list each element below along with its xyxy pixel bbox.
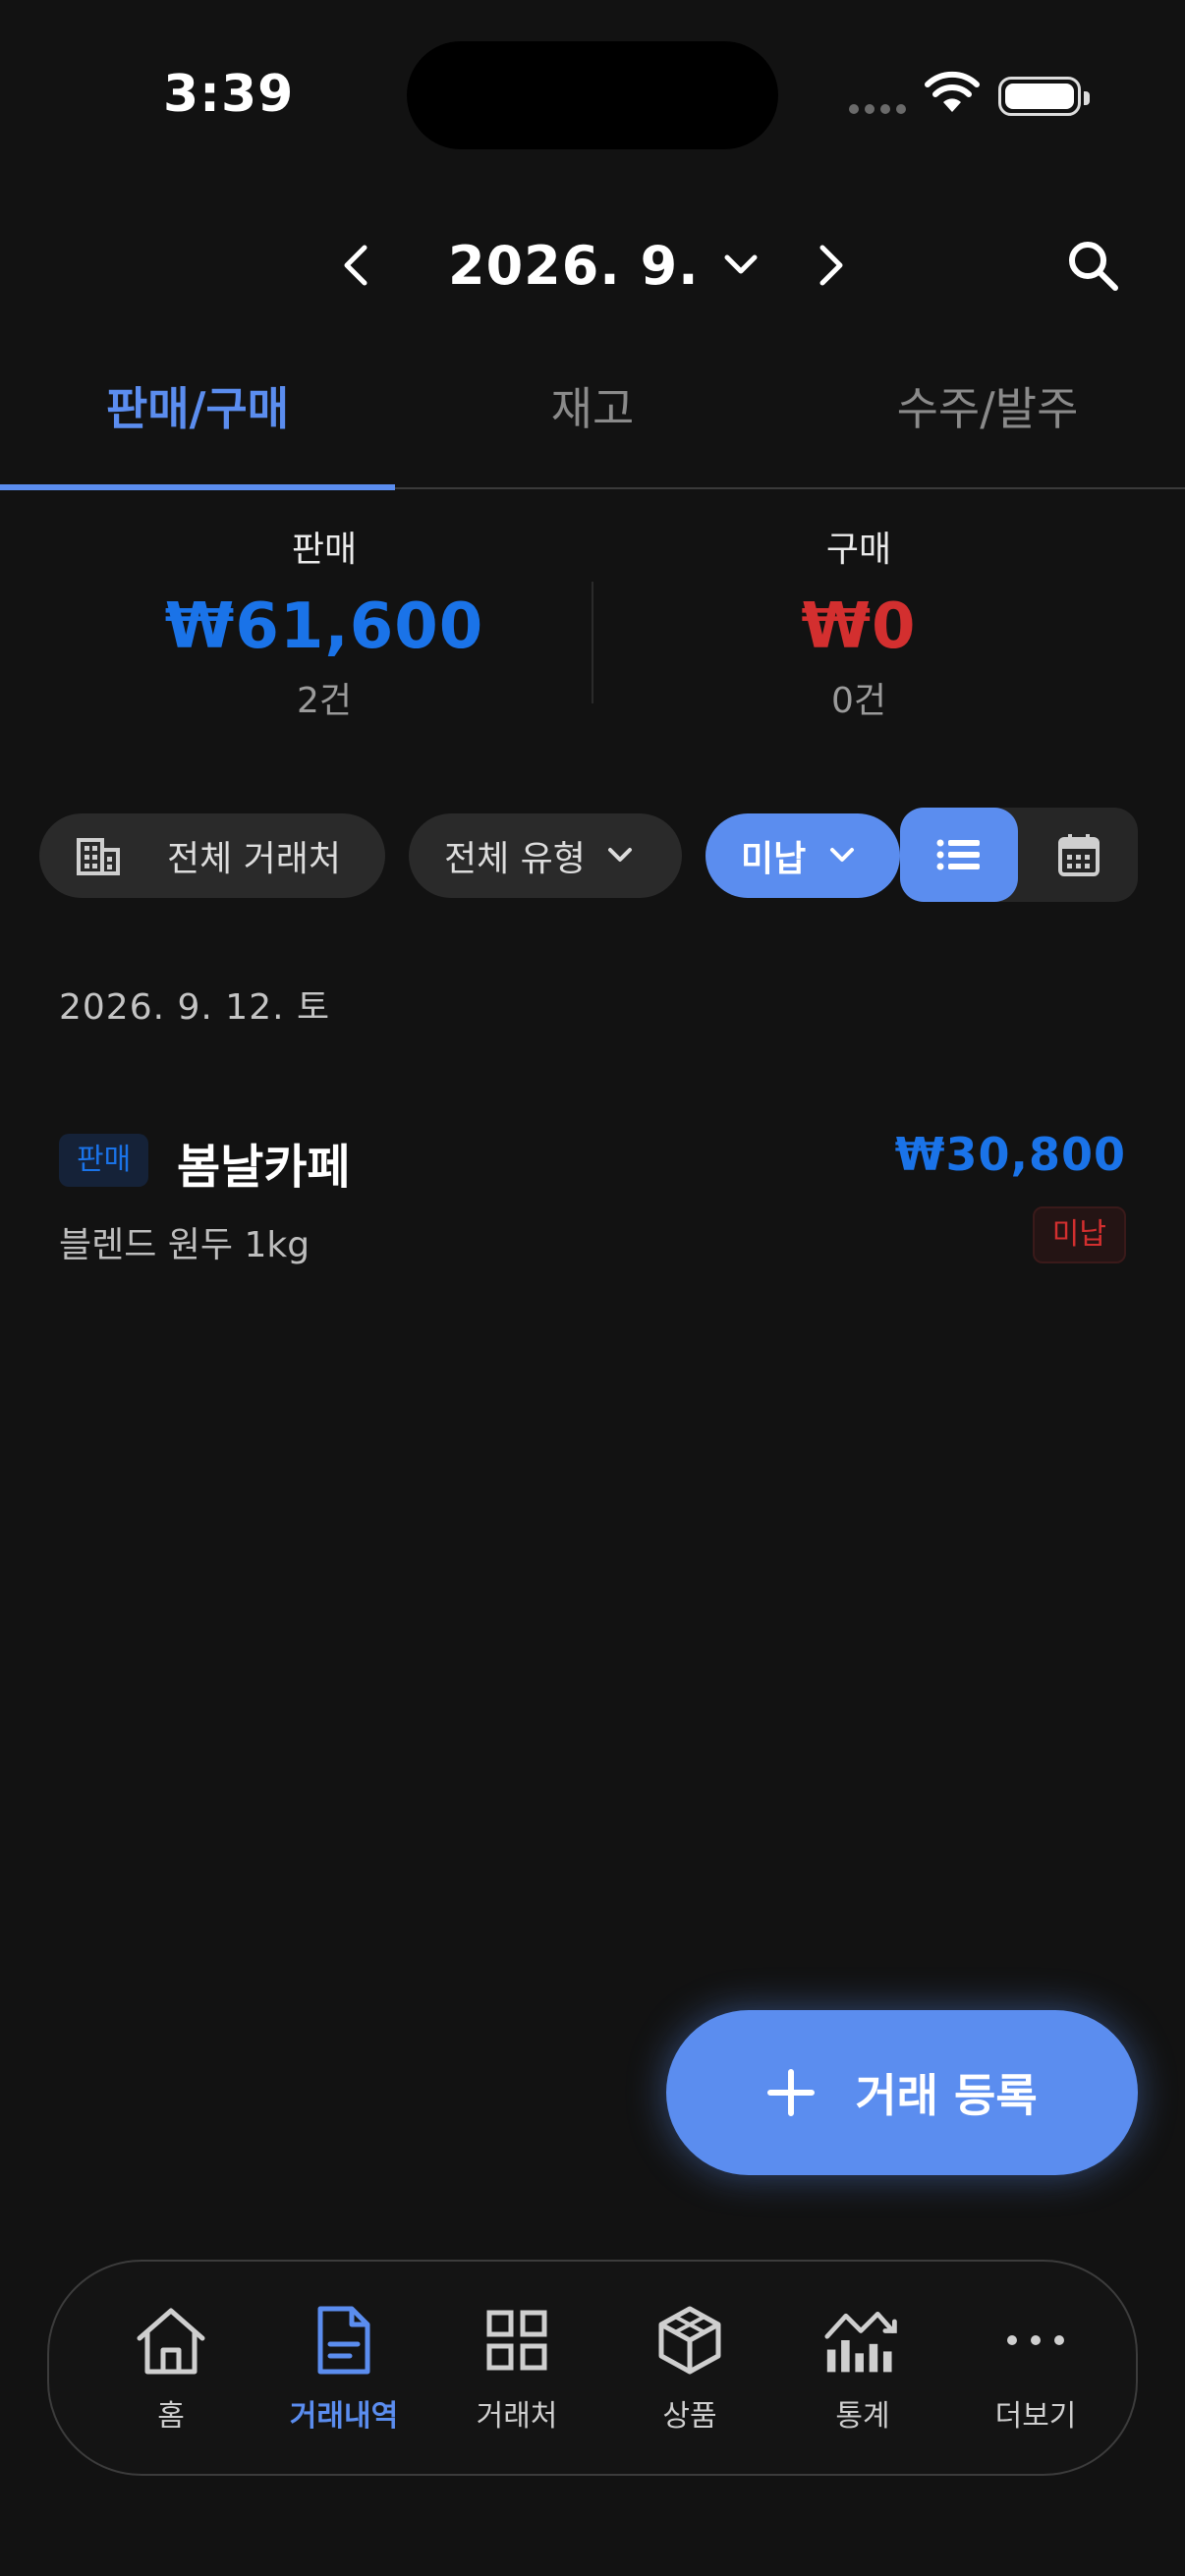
status-bar: 3:39 xyxy=(0,0,1185,187)
chevron-down-icon xyxy=(607,848,632,862)
tab-inventory[interactable]: 재고 xyxy=(395,354,790,487)
nav-label: 홈 xyxy=(157,2399,185,2434)
wifi-icon xyxy=(924,71,981,114)
nav-label: 통계 xyxy=(835,2399,890,2434)
tab-orders[interactable]: 수주/발주 xyxy=(790,354,1185,487)
nav-label: 거래처 xyxy=(476,2399,558,2434)
filter-bar: 전체 거래처 전체 유형 미납 xyxy=(39,808,1140,902)
sales-summary: 판매 ₩61,600 2건 xyxy=(118,521,531,729)
partner-filter[interactable]: 전체 거래처 xyxy=(39,813,385,898)
summary-panel: 판매 ₩61,600 2건 구매 ₩0 0건 xyxy=(0,521,1185,747)
chevron-left-icon xyxy=(344,245,367,286)
building-icon xyxy=(77,838,120,875)
grid-icon xyxy=(478,2301,556,2380)
cellular-signal-icon xyxy=(849,104,908,116)
view-toggle xyxy=(900,808,1138,902)
transaction-partner-name: 봄날카페 xyxy=(177,1140,351,1195)
chevron-down-icon xyxy=(830,848,855,862)
bottom-nav: 홈 거래내역 거래처 상품 통계 더보기 xyxy=(47,2260,1138,2476)
chevron-right-icon xyxy=(819,245,843,286)
nav-item-partners[interactable]: 거래처 xyxy=(430,2301,603,2448)
add-transaction-button[interactable]: 거래 등록 xyxy=(666,2010,1138,2175)
transaction-status-badge: 미납 xyxy=(1032,1206,1126,1263)
next-month-button[interactable] xyxy=(804,236,859,295)
nav-item-transactions[interactable]: 거래내역 xyxy=(257,2301,430,2448)
status-time: 3:39 xyxy=(163,65,295,124)
sales-amount: ₩61,600 xyxy=(164,590,484,663)
nav-label: 상품 xyxy=(662,2399,717,2434)
type-filter[interactable]: 전체 유형 xyxy=(409,813,682,898)
sales-label: 판매 xyxy=(291,530,358,570)
summary-divider xyxy=(592,582,593,703)
current-month: 2026. 9. xyxy=(448,234,700,297)
nav-item-home[interactable]: 홈 xyxy=(85,2301,257,2448)
search-icon xyxy=(1069,242,1118,291)
transaction-description: 블렌드 원두 1kg xyxy=(59,1225,310,1265)
home-icon xyxy=(132,2301,210,2380)
sales-count: 2건 xyxy=(296,681,353,721)
add-transaction-label: 거래 등록 xyxy=(855,2069,1038,2122)
plus-icon xyxy=(767,2069,816,2116)
chevron-down-icon xyxy=(724,254,758,274)
nav-item-products[interactable]: 상품 xyxy=(603,2301,776,2448)
calendar-icon xyxy=(1058,834,1100,876)
list-view-button[interactable] xyxy=(900,808,1018,902)
date-group-header: 2026. 9. 12. 토 xyxy=(59,987,331,1028)
cube-icon xyxy=(650,2301,729,2380)
nav-label: 거래내역 xyxy=(289,2399,399,2434)
tab-sales-purchase[interactable]: 판매/구매 xyxy=(0,354,395,490)
purchase-count: 0건 xyxy=(830,681,887,721)
type-filter-label: 전체 유형 xyxy=(444,839,586,879)
screen: 3:39 2026. 9. 판매/구매 재고 수주/발주 판매 ₩61,600 … xyxy=(0,0,1185,2576)
transaction-type-badge: 판매 xyxy=(59,1134,149,1187)
search-button[interactable] xyxy=(1059,232,1126,299)
document-icon xyxy=(305,2301,383,2380)
tab-bar: 판매/구매 재고 수주/발주 xyxy=(0,354,1185,490)
dynamic-island xyxy=(407,41,778,149)
more-icon xyxy=(996,2301,1075,2380)
transaction-amount: ₩30,800 xyxy=(894,1128,1126,1181)
list-icon xyxy=(936,839,980,870)
chart-icon xyxy=(823,2301,902,2380)
month-selector[interactable]: 2026. 9. xyxy=(448,230,759,301)
transaction-row[interactable]: 판매 봄날카페 ₩30,800 블렌드 원두 1kg 미납 xyxy=(59,1120,1126,1277)
battery-icon xyxy=(998,77,1090,116)
status-filter-label: 미납 xyxy=(741,839,807,879)
purchase-summary: 구매 ₩0 0건 xyxy=(652,521,1065,729)
calendar-view-button[interactable] xyxy=(1020,808,1138,902)
nav-item-more[interactable]: 더보기 xyxy=(949,2301,1122,2448)
partner-filter-label: 전체 거래처 xyxy=(167,839,342,879)
nav-label: 더보기 xyxy=(994,2399,1077,2434)
nav-item-statistics[interactable]: 통계 xyxy=(776,2301,949,2448)
status-filter[interactable]: 미납 xyxy=(705,813,900,898)
month-header: 2026. 9. xyxy=(0,216,1185,314)
purchase-label: 구매 xyxy=(825,530,892,570)
purchase-amount: ₩0 xyxy=(801,590,917,663)
prev-month-button[interactable] xyxy=(328,236,383,295)
